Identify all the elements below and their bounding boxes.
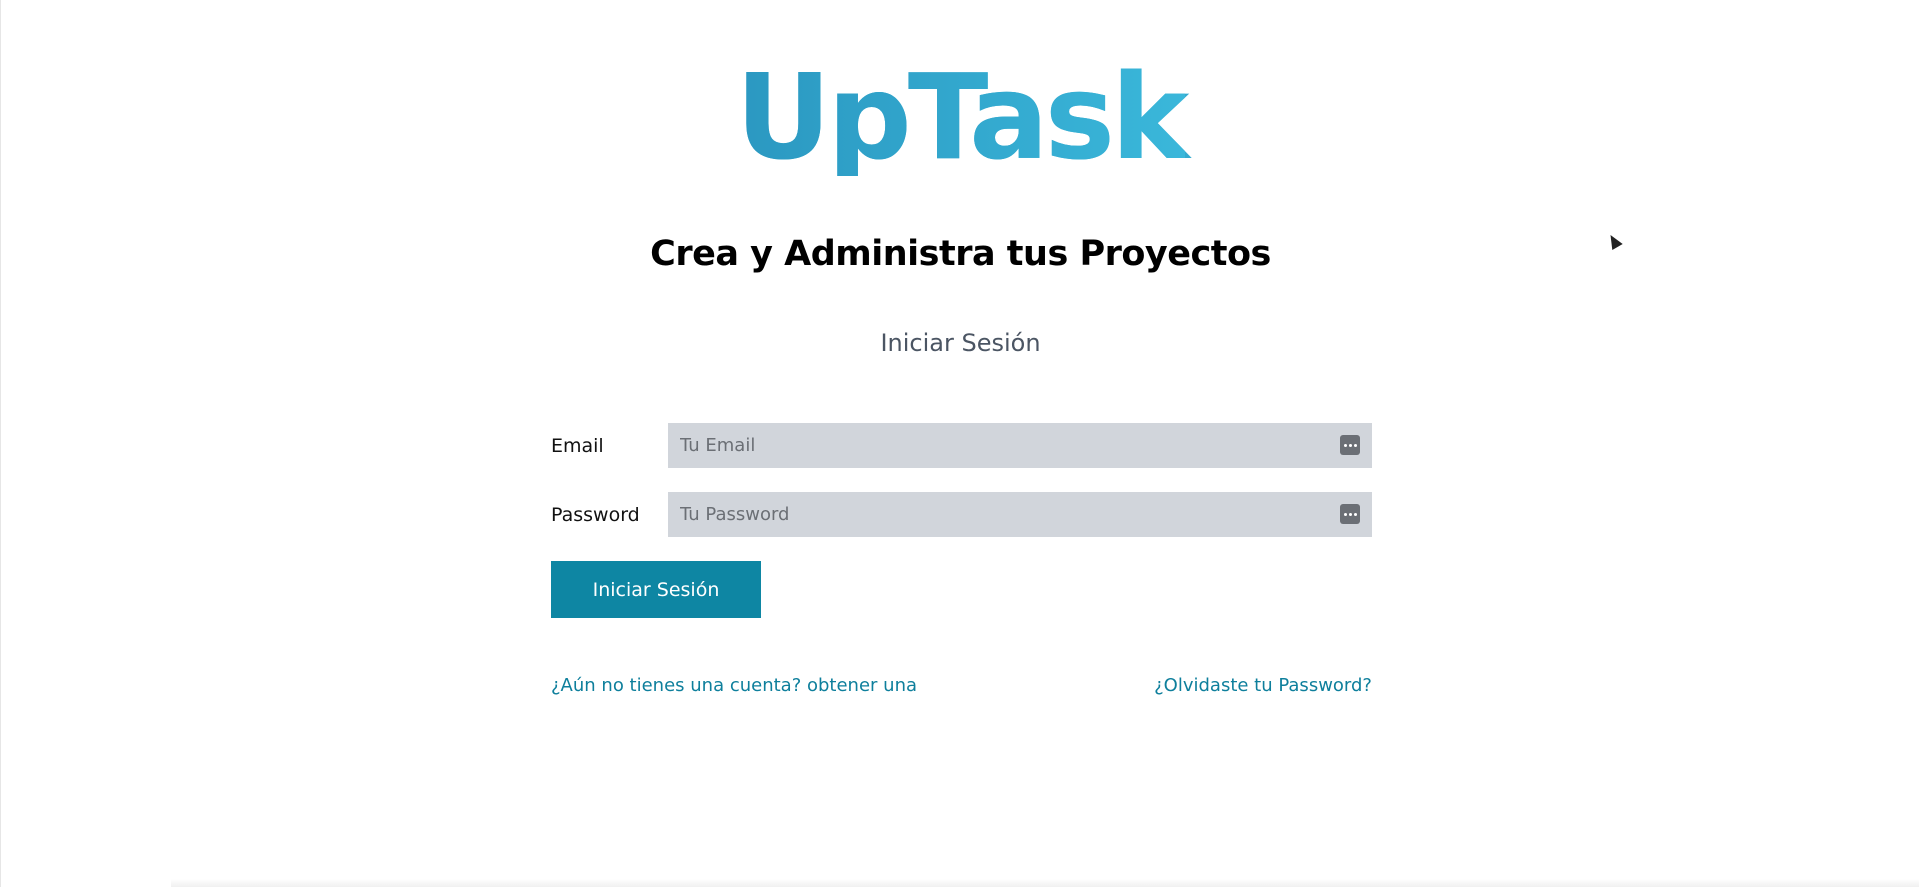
email-input[interactable] (668, 423, 1372, 468)
email-field-row: Email (551, 423, 1372, 468)
login-form: Email Password Iniciar Sesión (551, 423, 1372, 618)
login-page: UpTask Crea y Administra tus Proyectos I… (0, 0, 1919, 887)
logo-text: UpTask (735, 48, 1190, 186)
page-tagline: Crea y Administra tus Proyectos (650, 234, 1271, 274)
email-label: Email (551, 434, 604, 457)
forgot-password-link[interactable]: ¿Olvidaste tu Password? (1154, 675, 1372, 696)
register-link[interactable]: ¿Aún no tienes una cuenta? obtener una (551, 675, 917, 696)
password-input[interactable] (668, 492, 1372, 537)
login-submit-button[interactable]: Iniciar Sesión (551, 561, 761, 618)
password-manager-key-icon[interactable] (1340, 435, 1360, 455)
password-input-wrapper (668, 492, 1372, 537)
password-label: Password (551, 503, 640, 526)
page-subtitle: Iniciar Sesión (880, 329, 1041, 357)
password-manager-key-icon[interactable] (1340, 504, 1360, 524)
email-input-wrapper (668, 423, 1372, 468)
uptask-logo: UpTask (1, 58, 1919, 176)
bottom-shadow-divider (171, 879, 1919, 887)
auth-links: ¿Aún no tienes una cuenta? obtener una ¿… (551, 675, 1372, 696)
password-field-row: Password (551, 492, 1372, 537)
